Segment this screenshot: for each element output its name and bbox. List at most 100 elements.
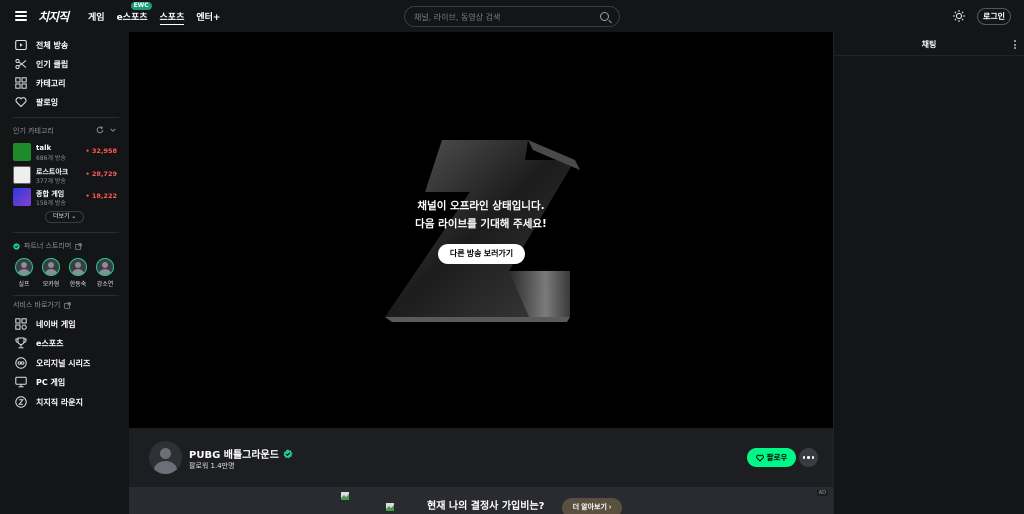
sidebar-item-category[interactable]: 카테고리 [15,76,65,90]
chevron-down-icon[interactable] [109,126,117,134]
service-shortcut-title[interactable]: 서비스 바로가기 [13,300,71,310]
category-live-count: 158개 방송 [36,200,66,207]
category-viewer-count: • 18,222 [85,192,117,200]
partner-streamer[interactable]: 한동숙 [68,258,88,288]
search-box [404,6,620,27]
offline-line-1: 채널이 오프라인 상태입니다. [417,200,545,212]
offline-message: 채널이 오프라인 상태입니다. 다음 라이브를 기대해 주세요! [129,197,833,233]
heart-icon [15,97,27,108]
popular-category-title-text: 인기 카테고리 [13,127,54,135]
sidebar-item-popular-clip[interactable]: 인기 클립 [15,57,68,71]
avatar [15,258,33,276]
service-pc-game[interactable]: PC 게임 [15,375,65,389]
external-link-icon [64,301,71,309]
avatar [69,258,87,276]
nav-esports[interactable]: e스포츠 EWC [116,2,152,25]
partner-name: 한동숙 [69,281,87,288]
sidebar-divider [13,232,119,233]
more-vertical-icon[interactable] [1014,40,1016,49]
sidebar-divider [13,117,119,118]
category-thumbnail [13,166,31,184]
sidebar-item-following[interactable]: 팔로잉 [15,95,58,109]
ad-headline: 현재 나의 결정사 가입비는? [427,501,545,512]
ad-tag: AD [816,490,828,496]
category-name: talk [36,144,52,152]
more-label: 더보기 [53,214,70,220]
channel-avatar[interactable] [149,441,182,474]
partner-badge-icon [13,242,20,250]
main-nav: 게임 e스포츠 EWC 스포츠 엔터+ [88,2,220,25]
trophy-icon [15,337,27,349]
sidebar-item-label: 오리지널 시리즈 [36,358,91,368]
partner-streamer[interactable]: 모카형 [41,258,61,288]
sidebar-item-label: 치지직 라운지 [36,397,83,407]
search-icon[interactable] [600,12,609,21]
more-options-icon[interactable] [799,448,818,467]
follow-label: 팔로우 [766,453,788,462]
menu-icon[interactable] [15,11,27,21]
nav-game[interactable]: 게임 [88,10,105,25]
sidebar-item-label: 네이버 게임 [36,319,76,329]
nav-esports-label: e스포츠 [116,13,148,23]
original-icon [15,357,27,369]
follow-button[interactable]: 팔로우 [747,448,796,467]
refresh-icon[interactable] [96,126,104,134]
service-naver-game[interactable]: 네이버 게임 [15,317,76,331]
avatar [42,258,60,276]
login-button[interactable]: 로그인 [977,8,1011,25]
clip-icon [15,58,27,70]
broken-image-icon [341,492,349,500]
sidebar-item-label: 인기 클립 [36,59,69,69]
sidebar-item-label: 팔로잉 [36,97,59,107]
sidebar-item-label: 카테고리 [36,78,66,88]
chat-header: 채팅 [834,32,1024,56]
partner-name: 모카형 [42,281,60,288]
sidebar-item-label: e스포츠 [36,338,64,348]
logo[interactable]: 치지직 [38,8,69,25]
sidebar: 전체 방송 인기 클립 카테고리 팔로잉 인기 카테고리 talk 686개 방… [0,32,129,514]
category-viewer-count: • 32,958 [85,147,117,155]
ad-learn-more-button[interactable]: 더 알아보기 › [562,498,622,514]
category-item-general-game[interactable]: 종합 게임 158개 방송 • 18,222 [13,187,119,207]
popular-category-tools [96,126,117,134]
ewc-badge: EWC [130,2,152,10]
ad-banner[interactable]: 현재 나의 결정사 가입비는? 더 알아보기 › AD [129,487,833,514]
category-thumbnail [13,143,31,161]
grid-icon [15,318,27,330]
category-item-talk[interactable]: talk 686개 방송 • 32,958 [13,142,119,162]
partner-streamer[interactable]: 강소연 [95,258,115,288]
category-live-count: 686개 방송 [36,155,66,162]
service-esports[interactable]: e스포츠 [15,336,64,350]
channel-name-text: PUBG 배틀그라운드 [189,450,279,461]
partner-name: 강소연 [96,281,114,288]
category-live-count: 377개 방송 [36,178,66,185]
search-input[interactable] [414,11,594,23]
sidebar-item-all-live[interactable]: 전체 방송 [15,38,68,52]
popular-category-title: 인기 카테고리 [13,126,54,136]
offline-line-2: 다음 라이브를 기대해 주세요! [415,218,547,230]
service-original-series[interactable]: 오리지널 시리즈 [15,356,90,370]
category-item-lostark[interactable]: 로스트아크 377개 방송 • 28,729 [13,165,119,185]
sun-icon[interactable] [953,10,965,22]
heart-icon [755,454,764,461]
partner-streamer-title[interactable]: 파트너 스트리머 [13,241,82,251]
nav-sports[interactable]: 스포츠 [159,10,185,25]
channel-info: PUBG 배틀그라운드 팔로워 1.4만명 팔로우 [129,428,833,487]
other-live-button[interactable]: 다른 방송 보러가기 [438,244,525,264]
monitor-icon [15,376,27,388]
more-categories-button[interactable]: 더보기 ⌄ [45,211,85,223]
channel-followers: 팔로워 1.4만명 [189,462,235,470]
service-lounge[interactable]: 치지직 라운지 [15,395,83,409]
category-thumbnail [13,188,31,206]
partner-streamer[interactable]: 실프 [14,258,34,288]
video-player[interactable]: 채널이 오프라인 상태입니다. 다음 라이브를 기대해 주세요! 다른 방송 보… [129,32,833,428]
live-icon [15,39,27,51]
service-shortcut-title-text: 서비스 바로가기 [13,301,61,309]
chat-title: 채팅 [921,40,937,49]
top-header: 치지직 게임 e스포츠 EWC 스포츠 엔터+ 로그인 [0,0,1024,32]
category-viewer-count: • 28,729 [85,170,117,178]
channel-name[interactable]: PUBG 배틀그라운드 [189,446,293,461]
nav-enter[interactable]: 엔터+ [196,10,220,25]
broken-image-icon [386,503,394,511]
sidebar-item-label: 전체 방송 [36,40,69,50]
